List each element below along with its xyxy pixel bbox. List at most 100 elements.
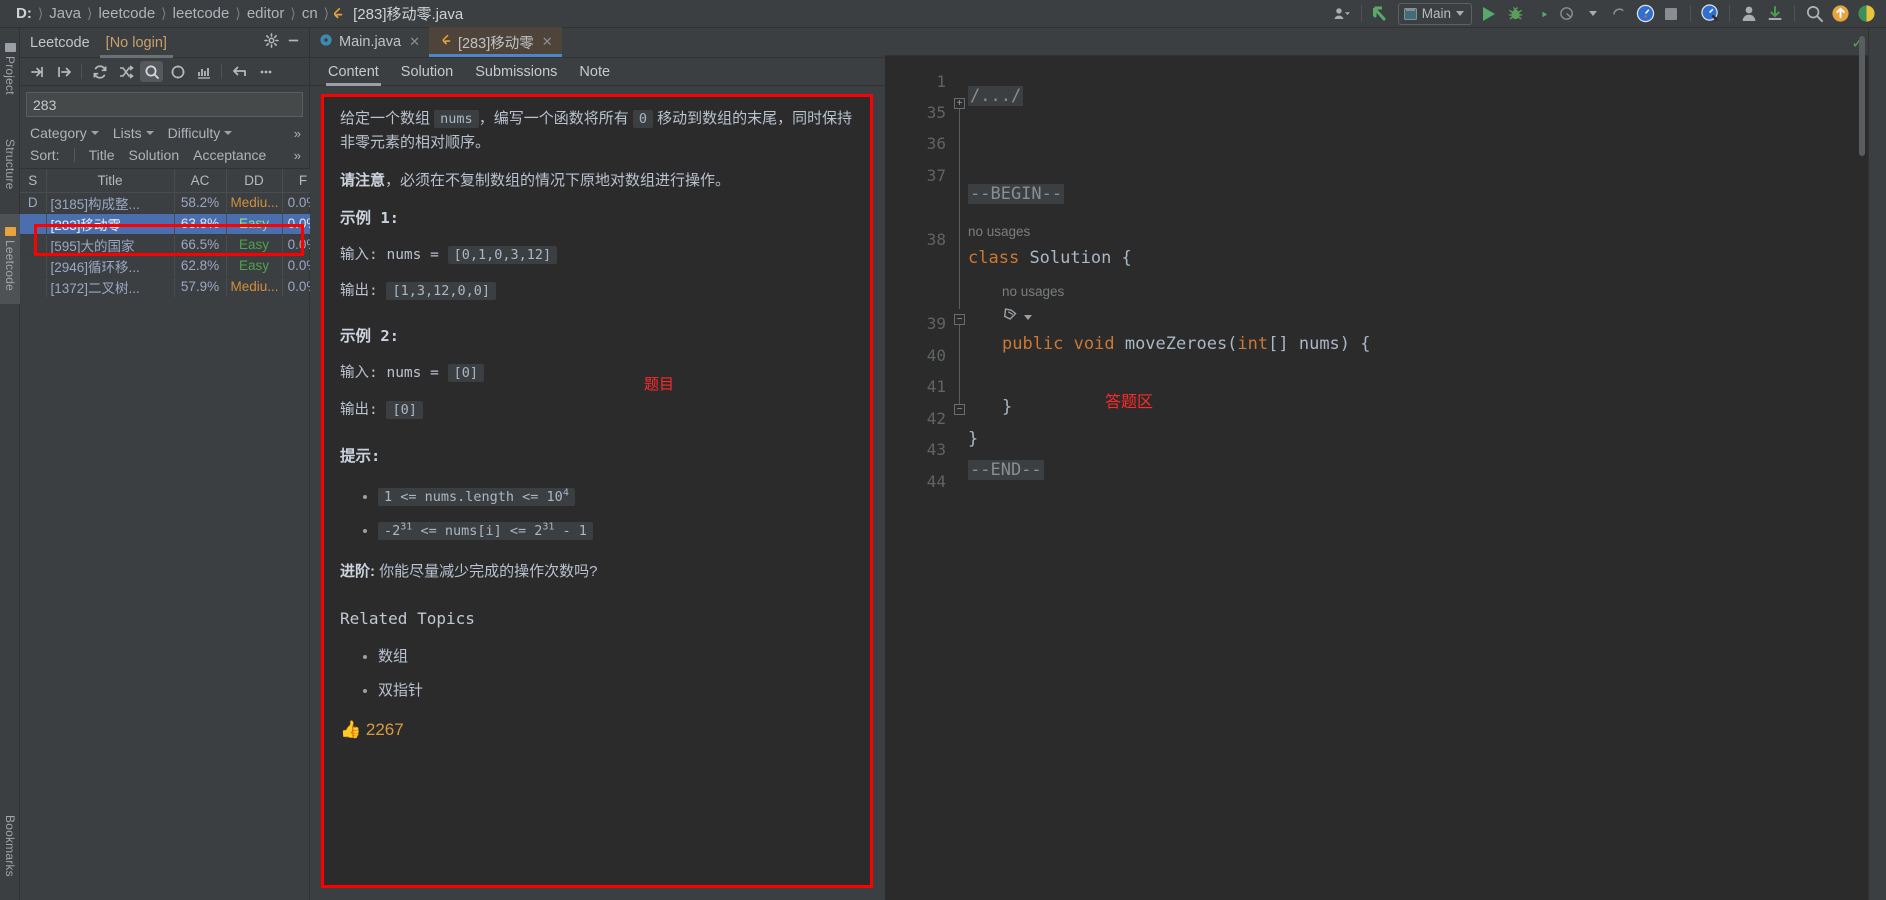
sidebar-item-leetcode[interactable]: Leetcode — [0, 214, 20, 304]
breadcrumb-item-cn[interactable]: cn — [296, 5, 324, 22]
minimize-icon[interactable] — [286, 33, 301, 53]
tab-solution[interactable]: Solution — [401, 58, 453, 86]
breadcrumb-item-leetcode-2[interactable]: leetcode — [167, 5, 236, 22]
gutter-inlay-actions[interactable] — [1002, 306, 1032, 328]
table-row[interactable]: [595]大的国家 66.5% Easy 0.0% — [20, 234, 325, 256]
usage-hint[interactable]: no usages — [1002, 284, 1064, 299]
column-header-ac[interactable]: AC — [174, 169, 227, 193]
sort-by-acceptance[interactable]: Acceptance — [193, 147, 266, 163]
superscript: 31 — [400, 521, 413, 533]
advance-text: 你能尽量减少完成的操作次数吗? — [379, 562, 598, 580]
breadcrumb-item-editor[interactable]: editor — [241, 5, 291, 22]
search-icon[interactable] — [1802, 2, 1826, 26]
account-icon[interactable] — [1737, 2, 1761, 26]
example-2-title: 示例 2: — [340, 326, 399, 345]
login-status-tab[interactable]: [No login] — [99, 28, 174, 58]
sort-by-title[interactable]: Title — [89, 147, 115, 163]
fold-placeholder[interactable]: /.../ — [968, 86, 1024, 106]
rerun-icon[interactable] — [1607, 2, 1631, 26]
usage-hint[interactable]: no usages — [968, 224, 1030, 239]
sign-in-icon[interactable] — [26, 61, 49, 82]
refresh-icon[interactable] — [88, 61, 111, 82]
filter-difficulty[interactable]: Difficulty — [168, 125, 233, 141]
run-test-icon[interactable] — [1002, 306, 1020, 328]
breadcrumb-item-java[interactable]: Java — [43, 5, 87, 22]
sort-overflow-icon[interactable]: » — [294, 148, 301, 163]
leetcode-file-icon — [329, 6, 344, 21]
search-icon[interactable] — [140, 61, 163, 82]
editor-gutter[interactable]: 1 35 36 37 38 39 40 41 42 43 44 + − − — [885, 56, 965, 900]
sort-by-solution[interactable]: Solution — [129, 147, 180, 163]
run-configuration-selector[interactable]: Main — [1397, 2, 1472, 25]
close-icon[interactable]: ✕ — [542, 34, 553, 50]
cell-status — [20, 276, 47, 298]
editor-code-area[interactable]: /.../ --BEGIN-- no usages class Solution… — [960, 56, 1886, 900]
profiler-icon[interactable] — [1555, 2, 1579, 26]
column-header-s[interactable]: S — [20, 169, 47, 193]
sidebar-item-structure[interactable]: Structure — [0, 122, 20, 206]
tab-note[interactable]: Note — [579, 58, 610, 86]
constraint-length: 1 <= nums.length <= 104 — [378, 488, 575, 507]
gear-icon[interactable] — [264, 32, 279, 53]
run-icon[interactable] — [1477, 2, 1501, 26]
table-row[interactable]: D [3185]构成整... 58.2% Mediu... 0.0% — [20, 192, 325, 214]
ide-window: D: ⟩ Java ⟩ leetcode ⟩ leetcode ⟩ editor… — [0, 0, 1886, 900]
leetcode-panel-toolbar — [20, 58, 309, 86]
tab-submissions[interactable]: Submissions — [475, 58, 557, 86]
close-icon[interactable]: ✕ — [409, 34, 420, 50]
cell-difficulty: Easy — [226, 213, 283, 235]
performance-gauge-icon[interactable] — [1633, 2, 1657, 26]
list-item[interactable]: 数组 — [378, 645, 854, 669]
cell-acceptance: 63.8% — [174, 213, 227, 235]
table-row[interactable]: [283]移动零 63.8% Easy 0.0% — [20, 213, 325, 235]
output-label: 输出: — [340, 283, 387, 300]
user-dropdown-icon[interactable] — [1330, 2, 1354, 26]
filter-lists[interactable]: Lists — [113, 125, 154, 141]
download-updates-icon[interactable] — [1763, 2, 1787, 26]
breadcrumb-item-leetcode[interactable]: leetcode — [92, 5, 161, 22]
search-input[interactable] — [26, 92, 303, 117]
line-number: 37 — [926, 166, 946, 185]
shuffle-icon[interactable] — [114, 61, 137, 82]
sidebar-item-bookmarks[interactable]: Bookmarks — [0, 798, 20, 894]
cell-difficulty: Mediu... — [226, 192, 283, 214]
update-icon[interactable] — [1828, 2, 1852, 26]
navigate-back-icon[interactable] — [228, 61, 251, 82]
line-number: 44 — [926, 472, 946, 491]
sidebar-item-label: Leetcode — [3, 240, 17, 291]
breadcrumb-item-file[interactable]: [283]移动零.java — [347, 3, 469, 24]
editor-tab-main-java[interactable]: Main.java ✕ — [310, 27, 429, 57]
more-icon[interactable] — [254, 61, 277, 82]
line-number: 39 — [926, 314, 946, 333]
editor-scrollbar-thumb[interactable] — [1859, 36, 1865, 156]
cell-acceptance: 66.5% — [174, 234, 227, 256]
settings-icon[interactable] — [1854, 2, 1878, 26]
chevron-down-icon — [90, 131, 99, 135]
debug-icon[interactable] — [1503, 2, 1527, 26]
back-arrow-icon[interactable] — [1369, 2, 1393, 26]
panel-title: Leetcode — [30, 34, 90, 51]
tab-content[interactable]: Content — [326, 58, 381, 86]
editor-tab-problem[interactable]: [283]移动零 ✕ — [428, 27, 562, 57]
list-item[interactable]: 双指针 — [378, 679, 854, 703]
filter-category[interactable]: Category — [30, 125, 99, 141]
column-header-dd[interactable]: DD — [226, 169, 283, 193]
timer-icon[interactable] — [166, 61, 189, 82]
run-with-coverage-icon[interactable] — [1529, 2, 1553, 26]
related-topics-title: Related Topics — [340, 609, 475, 629]
sign-out-icon[interactable] — [52, 61, 75, 82]
breadcrumb-item-drive[interactable]: D: — [10, 5, 38, 22]
annotation-label-problem: 题目 — [644, 376, 675, 393]
table-row[interactable]: [1372]二叉树... 57.9% Mediu... 0.0% — [20, 276, 325, 298]
stop-icon[interactable] — [1659, 2, 1683, 26]
code-line-close-inner: } — [1002, 397, 1013, 417]
chevron-down-icon[interactable] — [1581, 2, 1605, 26]
chevron-down-icon[interactable] — [1024, 314, 1032, 320]
performance-plugin-icon[interactable] — [1698, 2, 1722, 26]
statistics-icon[interactable] — [192, 61, 215, 82]
table-row[interactable]: [2946]循环移... 62.8% Easy 0.0% — [20, 255, 325, 277]
code-editor[interactable]: ✓ 1 35 36 37 38 39 40 41 42 43 44 + − − … — [885, 28, 1886, 900]
column-header-title[interactable]: Title — [46, 169, 175, 193]
filters-overflow-icon[interactable]: » — [294, 126, 301, 141]
sidebar-item-project[interactable]: Project — [0, 32, 20, 106]
